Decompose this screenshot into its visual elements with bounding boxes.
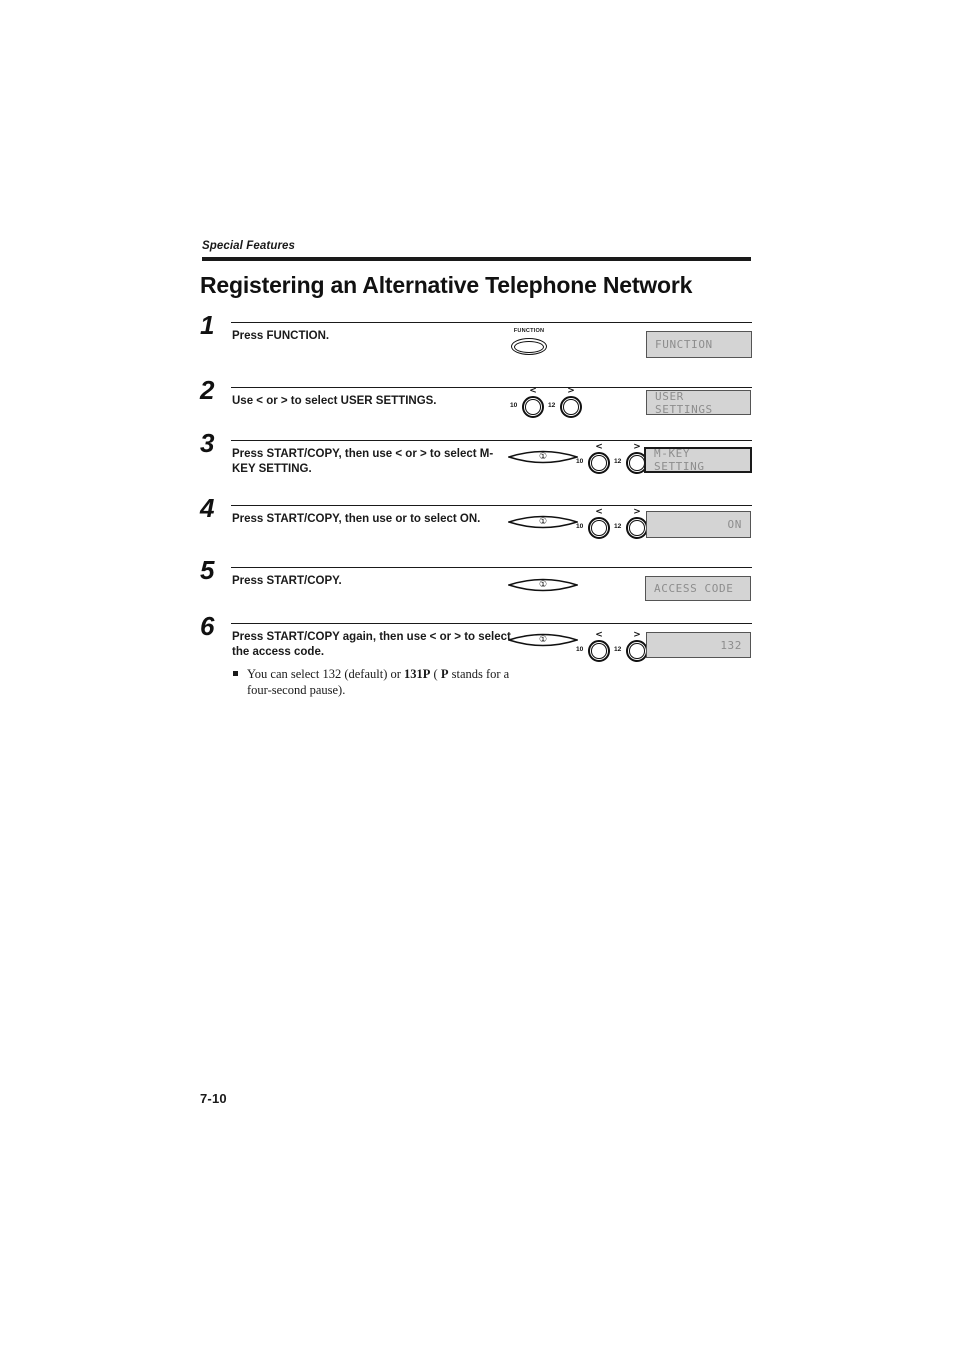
running-head-rule xyxy=(202,257,751,261)
arrow-keys-illustration-step-3: < 10 > 12 xyxy=(576,443,648,474)
step-instruction: Press START/COPY. xyxy=(232,575,342,587)
function-key-inner-ellipse xyxy=(514,340,544,353)
step-rule xyxy=(231,322,752,324)
step-number: 1 xyxy=(200,310,215,340)
note-text: You can select 132 (default) or 131P ( P… xyxy=(247,666,525,698)
left-chevron-icon: < xyxy=(595,442,603,452)
step-rule xyxy=(231,387,752,389)
step-instruction: Press START/COPY, then use or to select … xyxy=(232,513,481,525)
start-copy-key-illustration-step-3: ① xyxy=(508,447,578,467)
start-copy-symbol-icon: ① xyxy=(538,516,548,527)
step-rule xyxy=(231,505,752,507)
lcd-display-step-6: 132 xyxy=(646,632,751,658)
start-copy-symbol-icon: ① xyxy=(538,579,548,590)
left-key-number: 10 xyxy=(576,458,584,465)
arrow-keys-illustration-step-6: < 10 > 12 xyxy=(576,631,648,662)
right-key-number: 12 xyxy=(614,458,622,465)
step-rule xyxy=(231,623,752,625)
note-bold-131p: 131P xyxy=(404,667,431,681)
step-number: 3 xyxy=(200,428,215,458)
left-key-inner-ring xyxy=(591,643,607,659)
left-chevron-icon: < xyxy=(529,386,537,396)
step-rule xyxy=(231,440,752,442)
left-chevron-icon: < xyxy=(595,507,603,517)
start-copy-symbol-icon: ① xyxy=(538,634,548,645)
right-chevron-icon: > xyxy=(633,630,641,640)
left-arrow-key: < 10 xyxy=(510,387,544,418)
left-arrow-key: < 10 xyxy=(576,508,610,539)
right-key-inner-ring xyxy=(629,455,645,471)
start-copy-symbol-icon: ① xyxy=(538,451,548,462)
right-key-inner-ring xyxy=(629,520,645,536)
left-chevron-icon: < xyxy=(595,630,603,640)
lcd-text: ACCESS CODE xyxy=(654,582,734,595)
lcd-text: M-KEY SETTING xyxy=(654,447,705,473)
lcd-display-step-5: ACCESS CODE xyxy=(645,576,751,601)
page-number: 7-10 xyxy=(200,1091,227,1106)
function-key-illustration: FUNCTION xyxy=(506,328,552,358)
step-number: 2 xyxy=(200,375,215,405)
lcd-text: USER SETTINGS xyxy=(655,389,713,416)
lcd-text: FUNCTION xyxy=(655,338,713,351)
lcd-display-step-1: FUNCTION xyxy=(646,331,752,358)
lcd-text: 132 xyxy=(720,638,742,652)
function-key-label: FUNCTION xyxy=(513,328,545,334)
right-chevron-icon: > xyxy=(633,507,641,517)
step-instruction: Use < or > to select USER SETTINGS. xyxy=(232,395,437,407)
page-title: Registering an Alternative Telephone Net… xyxy=(200,272,693,298)
arrow-keys-illustration-step-2: < 10 > 12 xyxy=(510,387,582,418)
step-rule xyxy=(231,567,752,569)
right-chevron-icon: > xyxy=(567,386,575,396)
right-key-number: 12 xyxy=(614,523,622,530)
left-arrow-key: < 10 xyxy=(576,443,610,474)
document-page: Special Features Registering an Alternat… xyxy=(0,0,954,1351)
left-key-number: 10 xyxy=(510,402,518,409)
note-bullet: You can select 132 (default) or 131P ( P… xyxy=(233,666,533,698)
step-instruction: Press FUNCTION. xyxy=(232,330,330,342)
bullet-square-icon xyxy=(233,671,238,676)
right-key-number: 12 xyxy=(548,402,556,409)
left-key-inner-ring xyxy=(591,520,607,536)
right-key-number: 12 xyxy=(614,646,622,653)
lcd-display-step-4: ON xyxy=(646,511,751,538)
right-arrow-key: > 12 xyxy=(614,508,648,539)
running-head: Special Features xyxy=(202,240,296,252)
left-key-number: 10 xyxy=(576,646,584,653)
step-instruction: Press START/COPY again, then use < or > … xyxy=(232,631,511,658)
left-key-inner-ring xyxy=(591,455,607,471)
start-copy-key-illustration-step-6: ① xyxy=(508,630,578,650)
note-part-2: ( xyxy=(430,667,441,681)
arrow-keys-illustration-step-4: < 10 > 12 xyxy=(576,508,648,539)
left-key-number: 10 xyxy=(576,523,584,530)
right-arrow-key: > 12 xyxy=(548,387,582,418)
step-instruction: Press START/COPY, then use < or > to sel… xyxy=(232,448,494,475)
step-number: 4 xyxy=(200,493,215,523)
step-number: 5 xyxy=(200,555,215,585)
step-number: 6 xyxy=(200,611,215,641)
left-key-inner-ring xyxy=(525,399,541,415)
start-copy-key-illustration-step-4: ① xyxy=(508,512,578,532)
lcd-display-step-2: USER SETTINGS xyxy=(646,389,751,416)
lcd-text: ON xyxy=(727,518,742,531)
right-key-inner-ring xyxy=(563,399,579,415)
right-arrow-key: > 12 xyxy=(614,631,648,662)
lcd-display-step-3: M-KEY SETTING xyxy=(644,447,752,473)
start-copy-key-illustration-step-5: ① xyxy=(508,575,578,595)
left-arrow-key: < 10 xyxy=(576,631,610,662)
note-part-1: You can select 132 (default) or xyxy=(247,667,405,681)
right-key-inner-ring xyxy=(629,643,645,659)
